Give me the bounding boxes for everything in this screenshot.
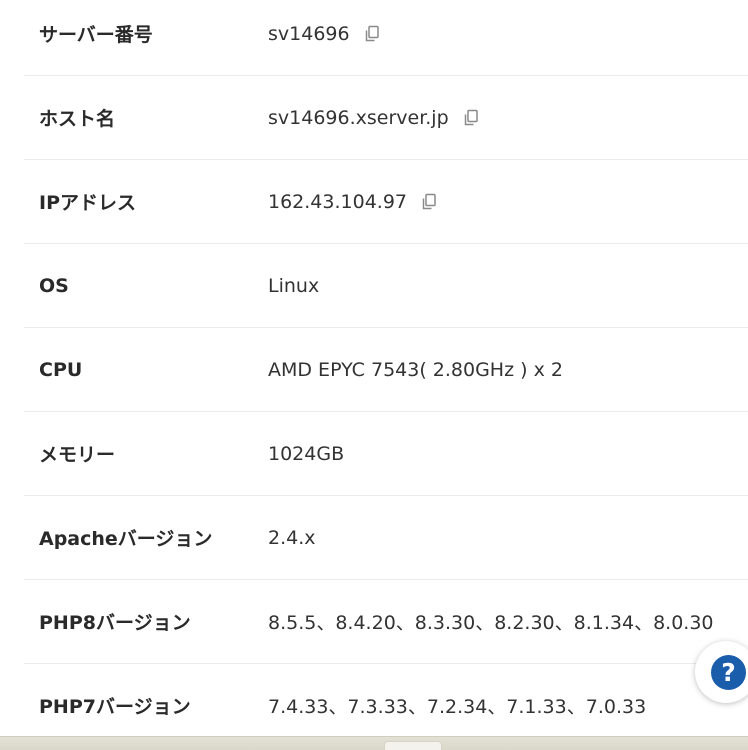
row-value-cell: 7.4.33、7.3.33、7.2.34、7.1.33、7.0.33 — [268, 692, 646, 719]
copy-icon[interactable] — [461, 108, 481, 128]
row-value-cell: 1024GB — [268, 443, 344, 465]
row-value: AMD EPYC 7543( 2.80GHz ) x 2 — [268, 358, 563, 381]
row-label: OS — [39, 274, 69, 297]
browser-bottom-bar — [0, 736, 748, 750]
row-value-cell: 2.4.x — [268, 527, 316, 549]
row-apache-version: Apacheバージョン 2.4.x — [24, 496, 748, 580]
row-label: CPU — [39, 358, 83, 381]
row-ip-address: IPアドレス 162.43.104.97 — [24, 160, 748, 244]
row-label: IPアドレス — [39, 192, 136, 214]
row-value-cell: 8.5.5、8.4.20、8.3.30、8.2.30、8.1.34、8.0.30 — [268, 608, 714, 635]
row-label: PHP8バージョン — [39, 612, 191, 634]
copy-icon[interactable] — [419, 192, 439, 212]
page-viewport: サーバー番号 sv14696 ホスト名 sv14696.xserver.jp I… — [0, 0, 748, 750]
row-value: 7.4.33、7.3.33、7.2.34、7.1.33、7.0.33 — [268, 696, 647, 718]
help-button[interactable]: ? — [695, 641, 748, 703]
row-memory: メモリー 1024GB — [24, 412, 748, 496]
row-label: Apacheバージョン — [39, 528, 213, 550]
row-label: サーバー番号 — [39, 24, 153, 46]
row-label: メモリー — [39, 444, 116, 466]
row-value-cell: sv14696.xserver.jp — [268, 107, 481, 129]
row-php7-version: PHP7バージョン 7.4.33、7.3.33、7.2.34、7.1.33、7.… — [24, 664, 748, 747]
row-label: PHP7バージョン — [39, 696, 191, 718]
row-value-cell: 162.43.104.97 — [268, 191, 439, 213]
row-value: sv14696.xserver.jp — [268, 106, 449, 129]
row-value: Linux — [268, 274, 320, 297]
row-value: 162.43.104.97 — [268, 190, 408, 213]
row-hostname: ホスト名 sv14696.xserver.jp — [24, 76, 748, 160]
row-os: OS Linux — [24, 244, 748, 328]
row-server-number: サーバー番号 sv14696 — [24, 0, 748, 76]
row-value-cell: sv14696 — [268, 23, 382, 45]
row-value-cell: AMD EPYC 7543( 2.80GHz ) x 2 — [268, 359, 563, 381]
row-php8-version: PHP8バージョン 8.5.5、8.4.20、8.3.30、8.2.30、8.1… — [24, 580, 748, 664]
copy-icon[interactable] — [362, 24, 382, 44]
row-value: sv14696 — [268, 22, 350, 45]
help-question-icon[interactable]: ? — [711, 655, 746, 690]
bottom-tab-handle[interactable] — [384, 741, 442, 750]
row-value: 1024GB — [268, 442, 345, 465]
row-cpu: CPU AMD EPYC 7543( 2.80GHz ) x 2 — [24, 328, 748, 412]
row-value: 8.5.5、8.4.20、8.3.30、8.2.30、8.1.34、8.0.30 — [268, 612, 714, 634]
row-label: ホスト名 — [39, 108, 116, 130]
server-info-table: サーバー番号 sv14696 ホスト名 sv14696.xserver.jp I… — [24, 0, 748, 747]
row-value-cell: Linux — [268, 275, 319, 297]
row-value: 2.4.x — [268, 526, 316, 549]
